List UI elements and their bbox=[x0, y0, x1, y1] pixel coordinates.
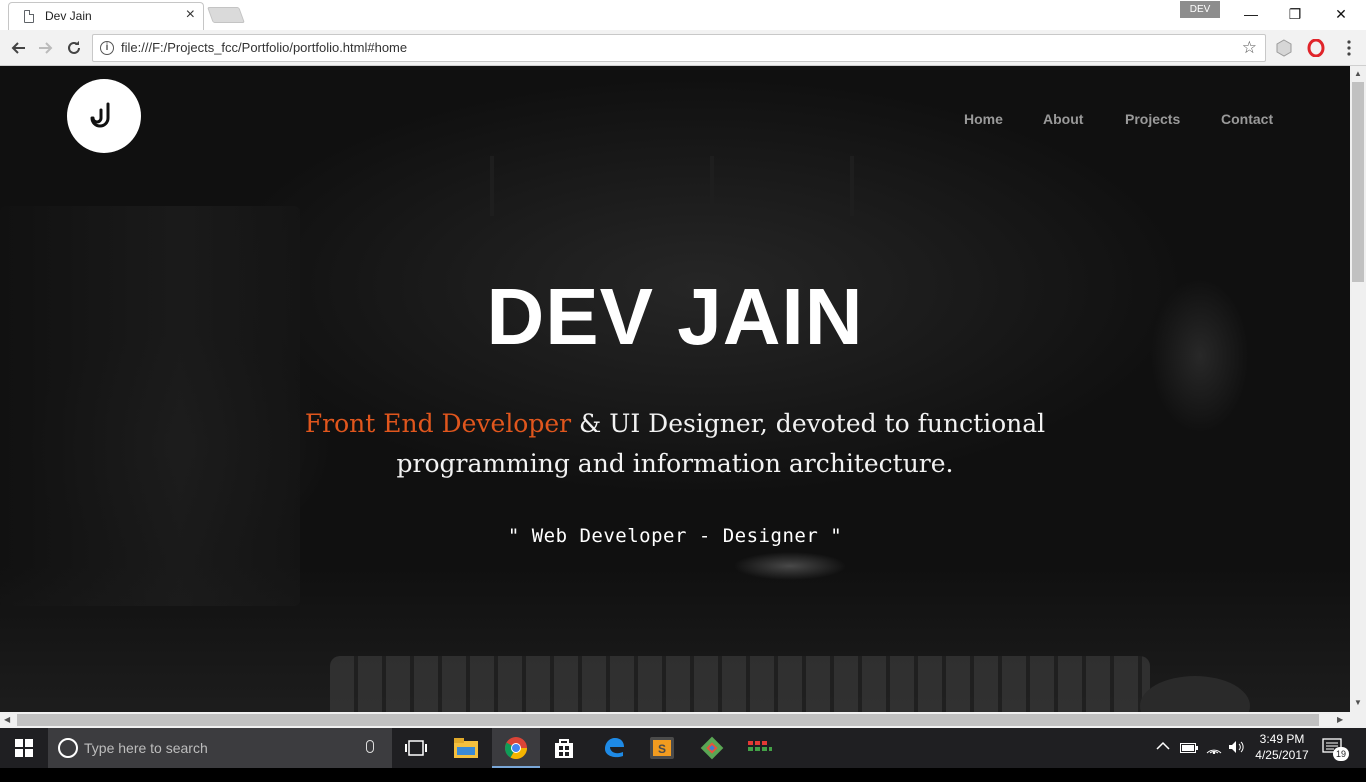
bookmark-star-icon[interactable]: ☆ bbox=[1242, 38, 1257, 58]
extension-shield-icon[interactable] bbox=[1275, 39, 1293, 57]
site-logo[interactable] bbox=[67, 79, 141, 153]
nav-home[interactable]: Home bbox=[964, 111, 1003, 127]
file-explorer-icon bbox=[454, 738, 478, 758]
nav-about[interactable]: About bbox=[1043, 111, 1083, 127]
clock-date: 4/25/2017 bbox=[1255, 748, 1309, 762]
restore-button[interactable]: ❐ bbox=[1272, 3, 1318, 25]
hero-name: DEV JAIN bbox=[486, 272, 864, 361]
minimize-button[interactable]: — bbox=[1228, 3, 1274, 25]
background-lamp-shape bbox=[710, 156, 714, 216]
sublime-text-button[interactable]: S bbox=[638, 728, 686, 768]
browser-toolbar: i file:///F:/Projects_fcc/Portfolio/port… bbox=[0, 30, 1366, 66]
back-arrow-icon[interactable] bbox=[6, 36, 30, 60]
tab-close-icon[interactable]: × bbox=[186, 7, 195, 23]
svg-text:S: S bbox=[658, 742, 666, 756]
forward-arrow-icon[interactable] bbox=[34, 36, 58, 60]
browser-tab-strip: Dev Jain × DEV — ❐ ✕ bbox=[0, 0, 1366, 30]
vertical-scroll-thumb[interactable] bbox=[1352, 82, 1364, 282]
dj-logo-icon bbox=[90, 102, 110, 128]
reload-icon[interactable] bbox=[62, 36, 86, 60]
windows-logo-icon bbox=[15, 739, 33, 757]
nav-projects[interactable]: Projects bbox=[1125, 111, 1180, 127]
edge-button[interactable] bbox=[590, 728, 638, 768]
taskbar-clock[interactable]: 3:49 PM 4/25/2017 bbox=[1248, 731, 1316, 763]
opera-extension-icon[interactable] bbox=[1307, 38, 1325, 58]
page-viewport: Home About Projects Contact DEV JAIN Fro… bbox=[0, 66, 1350, 712]
chrome-button[interactable] bbox=[492, 728, 540, 768]
profile-badge[interactable]: DEV bbox=[1180, 1, 1220, 18]
hero-subtitle: " Web Developer - Designer " bbox=[507, 525, 843, 547]
action-center-button[interactable]: 19 bbox=[1322, 738, 1352, 761]
volume-icon[interactable] bbox=[1228, 740, 1246, 780]
tab-title: Dev Jain bbox=[45, 9, 92, 23]
new-tab-button[interactable] bbox=[207, 7, 245, 23]
address-bar[interactable]: i file:///F:/Projects_fcc/Portfolio/port… bbox=[92, 34, 1266, 62]
scroll-up-arrow-icon[interactable]: ▲ bbox=[1354, 69, 1362, 78]
windows-taskbar: Type here to search S 3:49 PM 4/25/2017 bbox=[0, 728, 1366, 768]
cortana-icon bbox=[58, 738, 78, 758]
git-button[interactable] bbox=[688, 728, 736, 768]
taskbar-search-box[interactable]: Type here to search bbox=[48, 728, 392, 768]
task-view-icon bbox=[405, 740, 427, 756]
url-text[interactable]: file:///F:/Projects_fcc/Portfolio/portfo… bbox=[121, 40, 407, 55]
background-lamp-shape bbox=[490, 156, 494, 216]
background-lamp-shape bbox=[850, 156, 854, 216]
app-icon bbox=[748, 741, 772, 751]
menu-dots-icon[interactable] bbox=[1340, 39, 1358, 57]
horizontal-scroll-thumb[interactable] bbox=[17, 714, 1319, 726]
horizontal-scrollbar[interactable]: ◀ ▶ bbox=[0, 712, 1350, 728]
sublime-text-icon: S bbox=[650, 737, 674, 759]
git-icon bbox=[700, 736, 724, 760]
close-window-button[interactable]: ✕ bbox=[1318, 3, 1364, 25]
app-button[interactable] bbox=[736, 728, 784, 768]
store-icon bbox=[555, 739, 573, 758]
task-view-button[interactable] bbox=[392, 728, 440, 768]
page-icon bbox=[24, 10, 34, 23]
edge-icon bbox=[605, 738, 624, 758]
start-button[interactable] bbox=[0, 728, 48, 768]
search-placeholder: Type here to search bbox=[84, 740, 208, 756]
info-icon[interactable]: i bbox=[100, 41, 114, 55]
scroll-right-arrow-icon[interactable]: ▶ bbox=[1337, 715, 1343, 724]
vertical-scrollbar[interactable]: ▲ ▼ bbox=[1350, 66, 1366, 712]
nav-contact[interactable]: Contact bbox=[1221, 111, 1273, 127]
scrollbar-corner bbox=[1350, 712, 1366, 728]
scroll-down-arrow-icon[interactable]: ▼ bbox=[1354, 698, 1362, 707]
scroll-left-arrow-icon[interactable]: ◀ bbox=[4, 715, 10, 724]
notification-count-badge: 19 bbox=[1333, 747, 1349, 761]
clock-time: 3:49 PM bbox=[1259, 732, 1305, 746]
chevron-up-icon[interactable] bbox=[1156, 740, 1170, 780]
battery-icon[interactable] bbox=[1180, 742, 1198, 782]
file-explorer-button[interactable] bbox=[442, 728, 490, 768]
microphone-icon[interactable] bbox=[366, 740, 374, 753]
hero-tagline: Front End Developer & UI Designer, devot… bbox=[300, 404, 1050, 484]
store-button[interactable] bbox=[540, 728, 588, 768]
background-keyboard-shape bbox=[330, 656, 1150, 712]
tagline-accent: Front End Developer bbox=[304, 409, 572, 438]
browser-tab[interactable]: Dev Jain × bbox=[8, 2, 204, 30]
chrome-icon bbox=[505, 737, 527, 759]
wifi-icon[interactable] bbox=[1205, 740, 1223, 780]
